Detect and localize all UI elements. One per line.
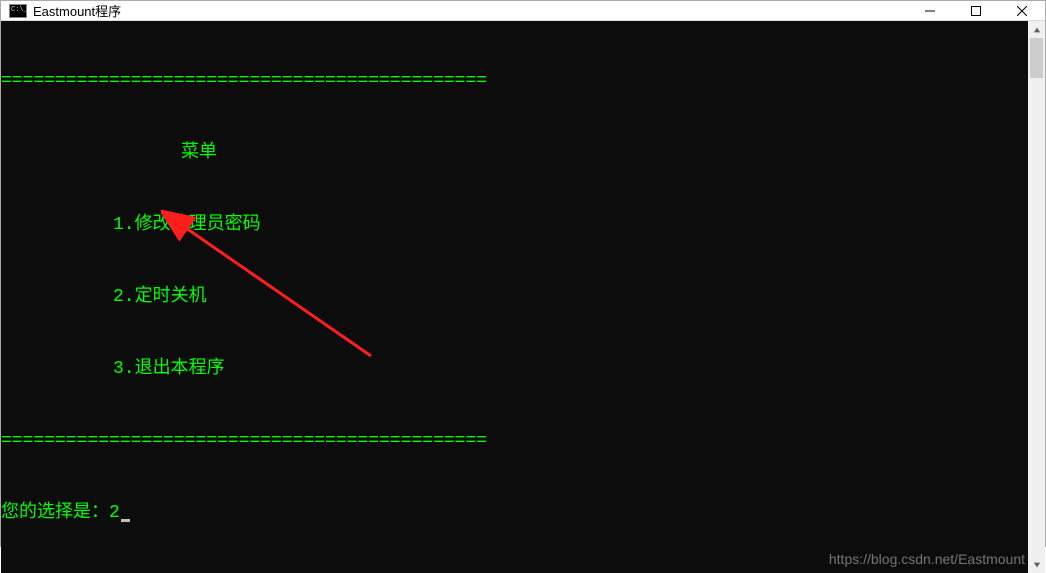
divider-bottom: ========================================… — [1, 429, 1028, 453]
scroll-down-button[interactable] — [1028, 556, 1045, 573]
minimize-button[interactable] — [907, 1, 953, 20]
window-title: Eastmount程序 — [33, 1, 121, 20]
app-window: Eastmount程序 ============================… — [0, 0, 1046, 547]
maximize-button[interactable] — [953, 1, 999, 20]
titlebar[interactable]: Eastmount程序 — [1, 1, 1045, 21]
user-input: 2 — [109, 501, 120, 525]
menu-item-1: 1.修改管理员密码 — [1, 213, 1028, 237]
console-output[interactable]: ========================================… — [1, 21, 1028, 573]
scroll-thumb[interactable] — [1030, 38, 1043, 78]
menu-item-2: 2.定时关机 — [1, 285, 1028, 309]
text-cursor — [121, 519, 130, 522]
menu-title: 菜单 — [1, 141, 1028, 165]
scroll-up-button[interactable] — [1028, 21, 1045, 38]
divider-top: ========================================… — [1, 69, 1028, 93]
window-controls — [907, 1, 1045, 20]
cmd-icon — [9, 4, 27, 18]
prompt-label: 您的选择是： — [1, 501, 109, 525]
client-area: ========================================… — [1, 21, 1045, 573]
menu-item-3: 3.退出本程序 — [1, 357, 1028, 381]
prompt-line: 您的选择是：2 — [1, 501, 1028, 525]
vertical-scrollbar[interactable] — [1028, 21, 1045, 573]
close-button[interactable] — [999, 1, 1045, 20]
